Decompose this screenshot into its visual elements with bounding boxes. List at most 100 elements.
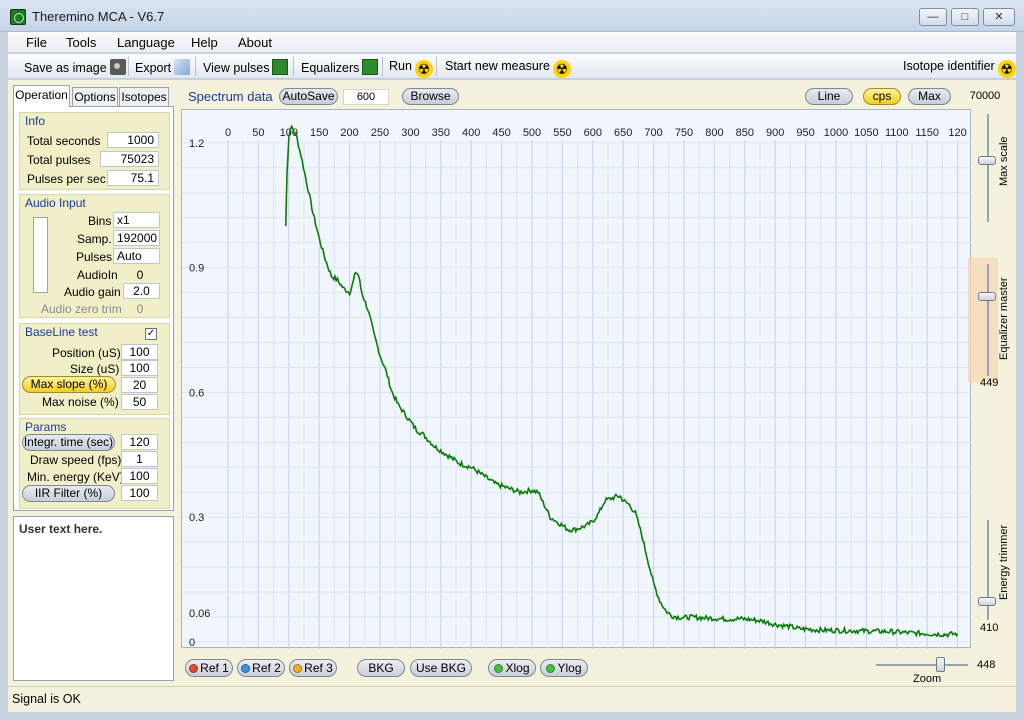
- size-label: Size (uS): [70, 362, 120, 376]
- x-tick-label: 400: [462, 127, 480, 139]
- maximize-button[interactable]: □: [951, 8, 979, 26]
- max-button[interactable]: Max: [908, 88, 951, 105]
- samp-field[interactable]: 192000: [113, 230, 160, 246]
- x-tick-label: 700: [644, 127, 662, 139]
- equalizers-button[interactable]: Equalizers: [301, 59, 379, 75]
- equalizers-label: Equalizers: [301, 61, 360, 75]
- autosave-field[interactable]: 600: [343, 89, 389, 105]
- audio-gain-label: Audio gain: [64, 285, 121, 299]
- green-dot-icon: [546, 664, 556, 673]
- toolbar-separator: [128, 57, 129, 76]
- yellow-dot-icon: [293, 664, 303, 673]
- ylog-button[interactable]: Ylog: [540, 659, 588, 677]
- status-text: Signal is OK: [12, 692, 81, 706]
- pulse-wave-icon: [272, 59, 289, 75]
- draw-speed-label: Draw speed (fps): [30, 453, 122, 467]
- tab-isotopes[interactable]: Isotopes: [119, 87, 169, 107]
- x-tick-label: 750: [675, 127, 693, 139]
- browse-button[interactable]: Browse: [402, 88, 459, 105]
- draw-speed-field[interactable]: 1: [121, 451, 158, 467]
- tab-options[interactable]: Options: [72, 87, 118, 107]
- ref1-button[interactable]: Ref 1: [185, 659, 233, 677]
- max-slope-field[interactable]: 20: [121, 377, 158, 393]
- energy-trimmer-slider[interactable]: [978, 597, 996, 606]
- save-image-button[interactable]: Save as image: [24, 59, 126, 75]
- params-title: Params: [25, 420, 67, 434]
- baseline-test-checkbox[interactable]: ✓: [145, 328, 157, 340]
- autosave-button[interactable]: AutoSave: [279, 88, 338, 105]
- menu-language[interactable]: Language: [117, 35, 175, 50]
- zoom-value: 448: [977, 659, 996, 671]
- use-bkg-button[interactable]: Use BKG: [410, 659, 472, 677]
- energy-value: 410: [980, 622, 999, 634]
- spectrum-trace: [285, 124, 959, 639]
- position-field[interactable]: 100: [121, 344, 158, 360]
- x-tick-label: 800: [705, 127, 723, 139]
- zoom-slider[interactable]: [936, 657, 945, 672]
- y-tick-label: 0.3: [189, 512, 204, 524]
- y-tick-label: 0: [189, 637, 195, 649]
- close-button[interactable]: ✕: [983, 8, 1015, 26]
- tab-operation[interactable]: Operation: [13, 85, 70, 107]
- export-button[interactable]: Export: [135, 59, 191, 75]
- export-icon: [174, 59, 191, 75]
- menu-tools[interactable]: Tools: [66, 35, 96, 50]
- integr-time-field[interactable]: 120: [121, 434, 158, 450]
- line-button[interactable]: Line: [805, 88, 853, 105]
- equalizer-master-label: Equalizer master: [998, 277, 1010, 360]
- run-button[interactable]: Run ☢: [389, 59, 433, 78]
- menu-help[interactable]: Help: [191, 35, 218, 50]
- y-tick-label: 0.9: [189, 263, 204, 275]
- x-tick-label: 950: [796, 127, 814, 139]
- total-seconds-label: Total seconds: [27, 134, 101, 148]
- x-tick-label: 500: [523, 127, 541, 139]
- info-title: Info: [25, 114, 46, 128]
- pulses-field[interactable]: Auto: [113, 248, 160, 264]
- ylog-label: Ylog: [557, 661, 582, 675]
- audio-zero-trim-value: 0: [136, 302, 144, 316]
- samp-label: Samp.: [77, 232, 112, 246]
- user-text-box[interactable]: User text here.: [13, 516, 174, 681]
- x-tick-label: 900: [766, 127, 784, 139]
- cps-button[interactable]: cps: [863, 88, 901, 105]
- run-label: Run: [389, 59, 412, 73]
- view-pulses-button[interactable]: View pulses: [203, 59, 289, 75]
- integr-time-button[interactable]: Integr. time (sec): [22, 434, 115, 451]
- audioin-label: AudioIn: [77, 268, 118, 282]
- iir-filter-button[interactable]: IIR Filter (%): [22, 485, 115, 502]
- audioin-value: 0: [136, 268, 144, 282]
- bins-field[interactable]: x1: [113, 212, 160, 228]
- menu-about[interactable]: About: [238, 35, 272, 50]
- size-field[interactable]: 100: [121, 360, 158, 376]
- max-slope-button[interactable]: Max slope (%): [22, 376, 116, 393]
- info-group: Info Total seconds 1000 Total pulses 750…: [19, 112, 170, 190]
- iir-filter-field[interactable]: 100: [121, 485, 158, 501]
- spectrum-chart[interactable]: 0 50 100 150 200 250 300 350 400 450 500 550 600 650 7…: [181, 109, 972, 649]
- ref1-label: Ref 1: [200, 661, 229, 675]
- ref3-button[interactable]: Ref 3: [289, 659, 337, 677]
- audio-level-meter: [33, 217, 48, 293]
- max-scale-slider[interactable]: [978, 156, 996, 165]
- export-label: Export: [135, 61, 172, 75]
- max-value-field[interactable]: 70000: [956, 89, 1014, 105]
- toolbar-separator: [293, 57, 294, 76]
- isotope-identifier-button[interactable]: Isotope identifier ☢: [903, 59, 1016, 78]
- minimize-button[interactable]: —: [919, 8, 947, 26]
- x-tick-label: 1150: [915, 127, 939, 139]
- audio-gain-field[interactable]: 2.0: [123, 283, 160, 299]
- menu-bar: File Tools Language Help About: [8, 32, 1016, 53]
- max-noise-field[interactable]: 50: [121, 394, 158, 410]
- toolbar-separator: [382, 57, 383, 76]
- pulses-per-sec-label: Pulses per sec.: [27, 172, 110, 186]
- xlog-button[interactable]: Xlog: [488, 659, 536, 677]
- start-new-measure-button[interactable]: Start new measure ☢: [445, 59, 571, 78]
- x-tick-label: 50: [252, 127, 264, 139]
- min-energy-field[interactable]: 100: [121, 468, 158, 484]
- equalizer-master-slider[interactable]: [978, 292, 996, 301]
- equalizer-icon: [362, 59, 379, 75]
- ref2-label: Ref 2: [252, 661, 281, 675]
- menu-file[interactable]: File: [26, 35, 47, 50]
- user-text: User text here.: [19, 522, 103, 536]
- bkg-button[interactable]: BKG: [357, 659, 405, 677]
- ref2-button[interactable]: Ref 2: [237, 659, 285, 677]
